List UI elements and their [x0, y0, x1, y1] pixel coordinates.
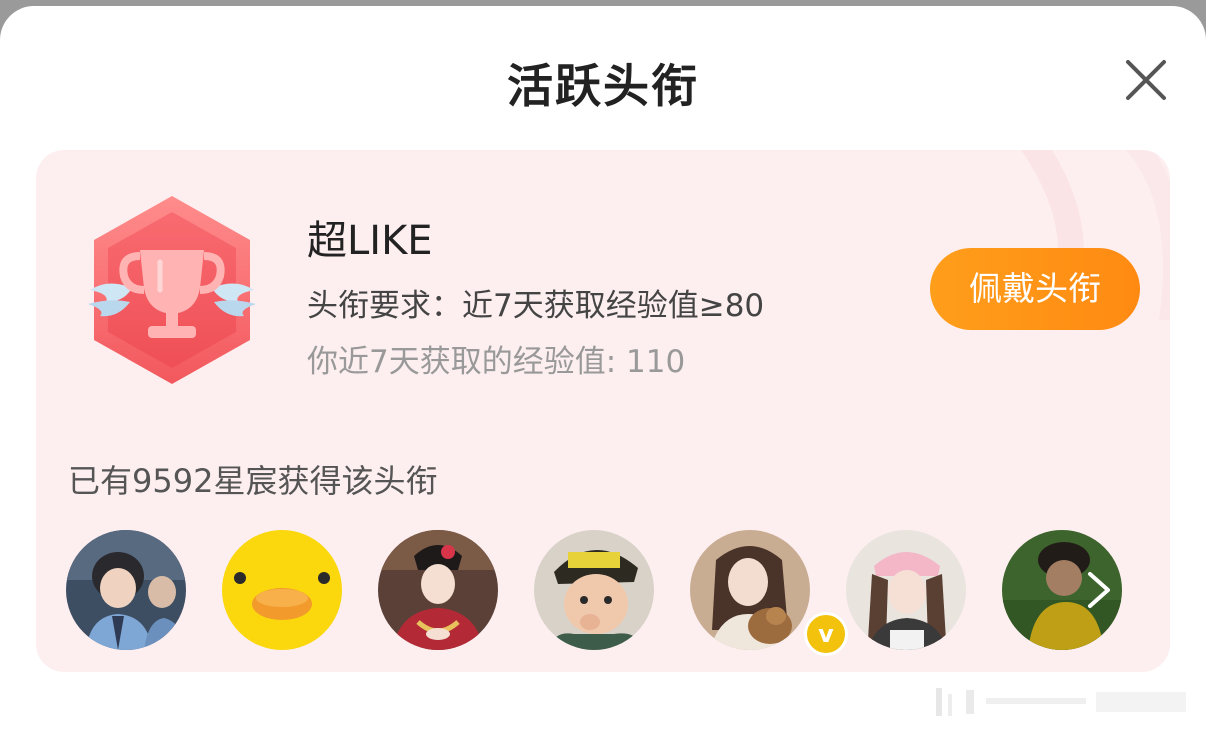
- title-card: 超LIKE 头衔要求：近7天获取经验值≥80 你近7天获取的经验值: 110 佩…: [36, 150, 1170, 672]
- more-owners-button[interactable]: [1002, 530, 1122, 650]
- avatar[interactable]: [690, 530, 810, 650]
- title-name: 超LIKE: [307, 218, 433, 264]
- avatar[interactable]: [378, 530, 498, 650]
- close-button[interactable]: [1122, 56, 1170, 104]
- trophy-badge-icon: [88, 196, 256, 384]
- avatar[interactable]: [66, 530, 186, 650]
- verified-badge-icon: v: [804, 612, 848, 656]
- avatar-image-4: [534, 530, 654, 650]
- avatar-image-1: [66, 530, 186, 650]
- avatar-image-7: [1002, 530, 1122, 650]
- avatar-image-6: [846, 530, 966, 650]
- close-icon: [1126, 60, 1166, 100]
- avatar[interactable]: [846, 530, 966, 650]
- user-experience: 你近7天获取的经验值: 110: [307, 344, 686, 380]
- owner-avatar-list: v: [66, 530, 1146, 656]
- avatar-image-5: [690, 530, 810, 650]
- modal-title: 活跃头衔: [507, 59, 699, 113]
- avatar[interactable]: [222, 530, 342, 650]
- title-modal: 活跃头衔 超LIKE 头衔要求：近7天获取经验值≥80 你近7天获取的经验值: …: [0, 6, 1206, 732]
- avatar[interactable]: [534, 530, 654, 650]
- title-requirement: 头衔要求：近7天获取经验值≥80: [307, 288, 765, 324]
- owner-count-text: 已有9592星宸获得该头衔: [68, 462, 438, 500]
- wear-title-button[interactable]: 佩戴头衔: [930, 248, 1140, 330]
- avatar-image-3: [378, 530, 498, 650]
- watermark-decoration: [936, 688, 1186, 716]
- avatar-image-2: [222, 530, 342, 650]
